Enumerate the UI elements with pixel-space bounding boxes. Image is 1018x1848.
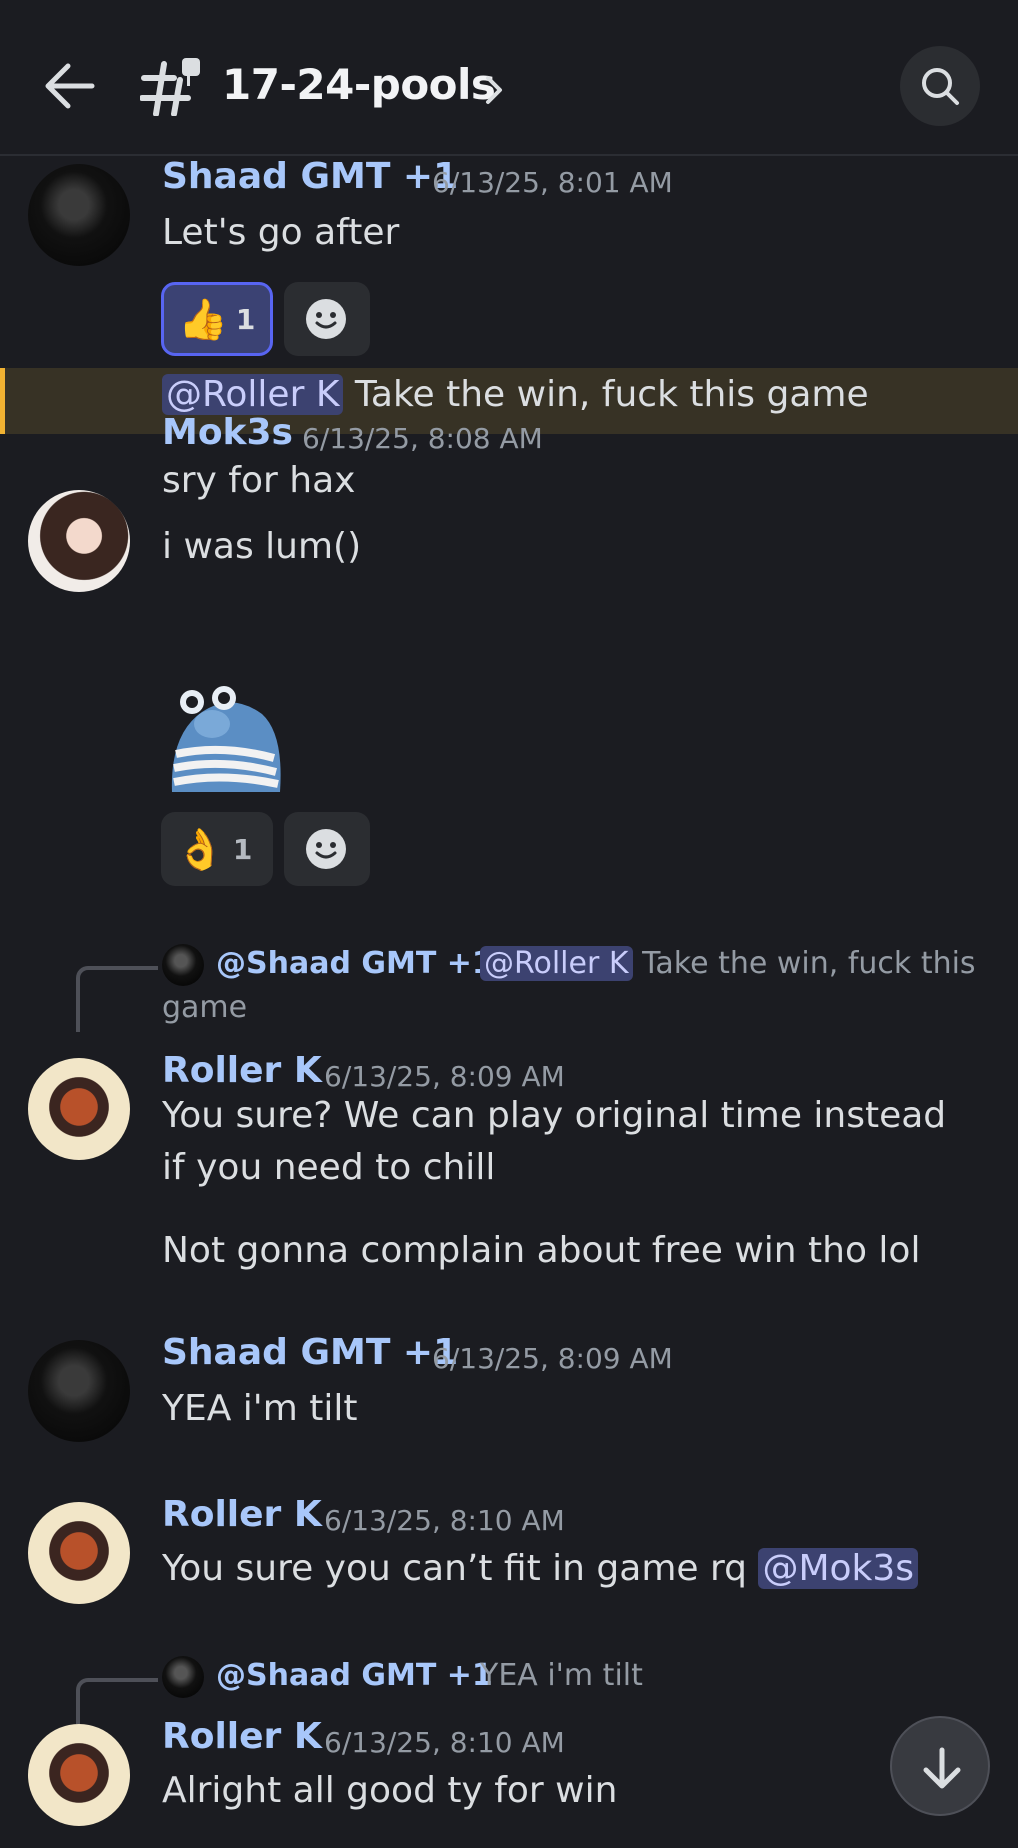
message-text-content: You sure you can’t fit in game rq <box>162 1548 759 1589</box>
message-timestamp: 6/13/25, 8:01 AM <box>432 166 673 199</box>
channel-header: 17-24-pools <box>0 0 1018 156</box>
hash-thread-icon <box>139 56 202 117</box>
message-text: You sure? We can play original time inst… <box>162 1095 947 1188</box>
reply-connector <box>76 1678 158 1724</box>
avatar[interactable] <box>28 1058 130 1160</box>
message-text: You sure you can’t fit in game rq @Mok3s <box>162 1548 919 1589</box>
reply-author[interactable]: @Shaad GMT +1 <box>216 946 493 981</box>
message-timestamp: 6/13/25, 8:10 AM <box>324 1504 565 1537</box>
chevron-right-icon[interactable] <box>482 72 506 108</box>
thumbs-up-icon: 👍 <box>178 296 228 343</box>
arrow-left-icon <box>45 63 95 109</box>
arrow-down-icon <box>923 1747 961 1789</box>
message-text: Not gonna complain about free win tho lo… <box>162 1230 921 1271</box>
message-author[interactable]: Shaad GMT +1 <box>162 156 458 197</box>
reaction-count: 1 <box>235 302 256 336</box>
smiley-icon <box>306 299 346 339</box>
message-text: @Roller K Take the win, fuck this game <box>162 374 869 415</box>
message-timestamp: 6/13/25, 8:10 AM <box>324 1726 565 1759</box>
search-icon <box>922 68 959 105</box>
frog-sticker[interactable] <box>162 684 286 794</box>
avatar[interactable] <box>28 1502 130 1604</box>
avatar[interactable] <box>28 1724 130 1826</box>
avatar[interactable] <box>28 1340 130 1442</box>
reply-preview-text: Take the win, fuck this <box>632 946 976 981</box>
reaction-thumbs-up[interactable]: 👍 1 <box>161 282 273 356</box>
message-timestamp: 6/13/25, 8:09 AM <box>432 1342 673 1375</box>
message-timestamp: 6/13/25, 8:08 AM <box>302 422 543 455</box>
message-text: sry for hax <box>162 460 356 501</box>
reply-author[interactable]: @Shaad GMT +1 <box>216 1658 493 1693</box>
add-reaction-button[interactable] <box>284 812 370 886</box>
message-text: i was lum() <box>162 526 362 567</box>
message-timestamp: 6/13/25, 8:09 AM <box>324 1060 565 1093</box>
reply-preview-wrap[interactable]: game <box>162 990 247 1025</box>
jump-to-latest-button[interactable] <box>890 1716 990 1816</box>
channel-name[interactable]: 17-24-pools <box>222 60 496 109</box>
smiley-icon <box>306 829 346 869</box>
reply-avatar <box>162 1656 204 1698</box>
user-mention[interactable]: @Roller K <box>162 374 344 415</box>
reply-preview[interactable]: @Roller K Take the win, fuck this <box>480 946 976 981</box>
message-author[interactable]: Mok3s <box>162 412 293 453</box>
reply-connector <box>76 966 158 1032</box>
message-text-content: Take the win, fuck this game <box>343 374 869 415</box>
ok-hand-icon: 👌 <box>175 826 225 873</box>
back-button[interactable] <box>40 58 100 114</box>
message-author[interactable]: Roller K <box>162 1050 322 1091</box>
user-mention[interactable]: @Roller K <box>480 946 633 981</box>
reaction-count: 1 <box>232 832 253 866</box>
user-mention[interactable]: @Mok3s <box>758 1548 919 1589</box>
avatar[interactable] <box>28 490 130 592</box>
message-author[interactable]: Roller K <box>162 1494 322 1535</box>
avatar[interactable] <box>28 164 130 266</box>
message-author[interactable]: Roller K <box>162 1716 322 1757</box>
reply-avatar <box>162 944 204 986</box>
add-reaction-button[interactable] <box>284 282 370 356</box>
message-author[interactable]: Shaad GMT +1 <box>162 1332 458 1373</box>
message-text: YEA i'm tilt <box>162 1388 358 1429</box>
message-text: Alright all good ty for win <box>162 1770 618 1811</box>
message-text: Let's go after <box>162 212 400 253</box>
reaction-ok-hand[interactable]: 👌 1 <box>161 812 273 886</box>
message-list[interactable]: Shaad GMT +1 6/13/25, 8:01 AM Let's go a… <box>0 156 1018 1848</box>
search-button[interactable] <box>900 46 980 126</box>
reply-preview[interactable]: YEA i'm tilt <box>480 1658 643 1693</box>
